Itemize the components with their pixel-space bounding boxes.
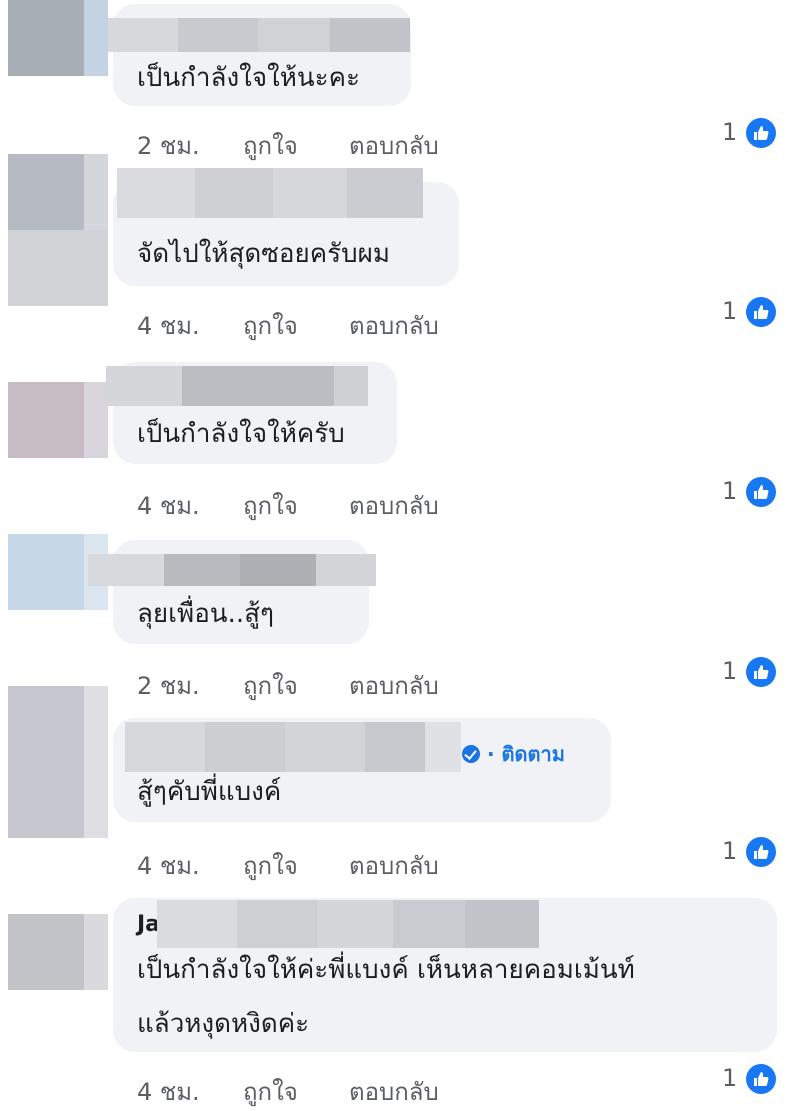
comment-text: เป็นกำลังใจให้นะคะ	[137, 63, 360, 93]
comment-text-line-1: เป็นกำลังใจให้ค่ะพี่แบงค์ เห็นหลายคอมเม้…	[137, 955, 635, 985]
verified-badge-icon	[462, 745, 480, 763]
like-count: 1	[722, 1064, 738, 1092]
like-count: 1	[722, 837, 738, 865]
like-count: 1	[722, 477, 738, 505]
comment-bubble: จัดไปให้สุดซอยครับผม	[113, 168, 459, 286]
reply-link[interactable]: ตอบกลับ	[349, 306, 439, 345]
thumbs-up-icon	[746, 837, 776, 867]
follow-row: · ติดตาม	[462, 738, 565, 770]
blurred-author-name[interactable]	[157, 900, 539, 948]
like-count: 1	[722, 118, 738, 146]
comment-time: 2 ชม.	[137, 132, 200, 160]
thumbs-up-icon	[746, 118, 776, 148]
like-link[interactable]: ถูกใจ	[243, 486, 298, 525]
comment-bubble: Ja เป็นกำลังใจให้ค่ะพี่แบงค์ เห็นหลายคอม…	[113, 898, 777, 1052]
comment-text: ลุยเพื่อน..สู้ๆ	[137, 599, 274, 629]
comment-time: 4 ชม.	[137, 852, 200, 880]
reply-link[interactable]: ตอบกลับ	[349, 1072, 439, 1111]
blurred-author-name[interactable]	[117, 168, 423, 218]
comment-time: 2 ชม.	[137, 672, 200, 700]
like-link[interactable]: ถูกใจ	[243, 1072, 298, 1111]
comment-time: 4 ชม.	[137, 312, 200, 340]
like-link[interactable]: ถูกใจ	[243, 666, 298, 705]
comment-time: 4 ชม.	[137, 1078, 200, 1106]
follow-link[interactable]: · ติดตาม	[487, 742, 565, 766]
thumbs-up-icon	[746, 1064, 776, 1094]
blurred-author-name[interactable]	[106, 366, 368, 406]
reply-link[interactable]: ตอบกลับ	[349, 126, 439, 165]
comment-time: 4 ชม.	[137, 492, 200, 520]
avatar[interactable]	[8, 154, 108, 306]
like-link[interactable]: ถูกใจ	[243, 306, 298, 345]
like-link[interactable]: ถูกใจ	[243, 126, 298, 165]
comment-text: จัดไปให้สุดซอยครับผม	[137, 239, 391, 269]
reply-link[interactable]: ตอบกลับ	[349, 486, 439, 525]
like-link[interactable]: ถูกใจ	[243, 846, 298, 885]
reply-link[interactable]: ตอบกลับ	[349, 846, 439, 885]
blurred-author-name[interactable]	[125, 722, 461, 772]
blurred-author-name[interactable]	[88, 554, 376, 586]
comment-text: สู้ๆคับพี่แบงค์	[137, 777, 282, 807]
avatar[interactable]	[8, 0, 108, 76]
thumbs-up-icon	[746, 297, 776, 327]
comment-text: เป็นกำลังใจให้ครับ	[137, 419, 345, 449]
like-count: 1	[722, 657, 738, 685]
avatar[interactable]	[8, 382, 108, 458]
avatar[interactable]	[8, 686, 108, 838]
comment-bubble: · ติดตาม สู้ๆคับพี่แบงค์	[113, 718, 611, 822]
thumbs-up-icon	[746, 657, 776, 687]
comment-bubble: เป็นกำลังใจให้ครับ	[106, 362, 397, 464]
comment-bubble: ลุยเพื่อน..สู้ๆ	[88, 540, 376, 644]
comment-bubble: เป็นกำลังใจให้นะคะ	[108, 4, 411, 106]
comment-text-line-2: แล้วหงุดหงิดค่ะ	[137, 1009, 310, 1039]
thumbs-up-icon	[746, 477, 776, 507]
reply-link[interactable]: ตอบกลับ	[349, 666, 439, 705]
avatar[interactable]	[8, 914, 108, 990]
blurred-author-name[interactable]	[108, 18, 410, 52]
like-count: 1	[722, 297, 738, 325]
